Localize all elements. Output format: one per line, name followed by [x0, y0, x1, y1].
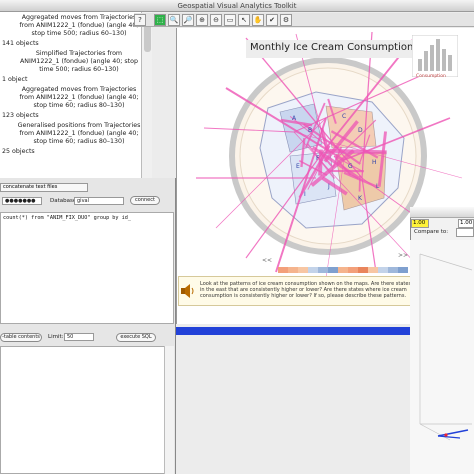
flow-line [329, 148, 387, 155]
origin-point [444, 433, 448, 437]
mini-bar [436, 39, 440, 71]
object-count: 1 object [2, 76, 28, 83]
limit-field[interactable]: 50 [64, 333, 94, 341]
axis-line [419, 423, 451, 441]
vector-line [437, 435, 461, 439]
axis-line [419, 253, 473, 271]
region-label: D [358, 127, 363, 134]
mini-bar [430, 45, 434, 71]
pointer-icon[interactable]: ↖ [238, 14, 250, 26]
zoom-in-icon[interactable]: 🔍 [168, 14, 180, 26]
object-entry-line[interactable]: from ANIM1222_1 (fondue) (angle 40; [12, 94, 146, 102]
time-slider-bar[interactable] [176, 327, 416, 335]
object-entry-line[interactable]: time 500; radius 60–130) [12, 66, 146, 74]
region-label: F [316, 155, 320, 162]
object-entry-line[interactable]: Simplified Trajectories from [12, 50, 146, 58]
object-entry-line[interactable]: stop time 500; radius 60–130) [12, 30, 146, 38]
legend-swatch[interactable] [298, 267, 308, 273]
region-label: E [296, 163, 300, 170]
concatenate-tab[interactable]: concatenate text files [0, 183, 88, 192]
object-list-scrollbar[interactable] [141, 12, 152, 178]
object-entry-line[interactable]: ANIM1222_1 (fondue) (angle 40; stop [12, 58, 146, 66]
region-label: I [304, 191, 306, 198]
settings-icon[interactable]: ⚙ [280, 14, 292, 26]
legend-swatch[interactable] [278, 267, 288, 273]
show-table-contents-button[interactable]: -table contents [0, 333, 42, 342]
region-label: C [342, 113, 346, 120]
map-toolbar: ? ⬚ 🔍 🔎 ⊕ ⊖ ▭ ↖ ✋ ✔ ⚙ [134, 13, 474, 27]
object-count: 123 objects [2, 112, 39, 119]
object-entry-line[interactable]: stop time 60; radius 80–130) [12, 102, 146, 110]
region-label: G [348, 163, 353, 170]
execute-sql-button[interactable]: execute SQL [116, 333, 156, 342]
select-rect-icon[interactable]: ▭ [224, 14, 236, 26]
object-entry-line[interactable]: Generalised positions from Trajectories [12, 122, 146, 130]
screen: Geospatial Visual Analytics Toolkit Aggr… [0, 0, 474, 474]
vector-line [437, 429, 469, 437]
limit-label: Limit: [48, 334, 64, 340]
compare-to-label: Compare to: [414, 229, 449, 235]
zoom-out-icon[interactable]: 🔎 [182, 14, 194, 26]
object-entry-line[interactable]: Aggregated moves from Trajectories [12, 86, 146, 94]
legend-swatch[interactable] [368, 267, 378, 273]
object-count: 141 objects [2, 40, 39, 47]
3d-view-canvas[interactable] [410, 240, 474, 474]
zoom-box-icon[interactable]: ⊕ [196, 14, 208, 26]
value-b-field[interactable]: 1.00 [458, 219, 474, 228]
object-entry-line[interactable]: from ANIM1222_1 (fondue) (angle 40; [12, 22, 146, 30]
mini-bar [442, 49, 446, 71]
help-button[interactable]: ? [134, 14, 146, 26]
object-entry-line[interactable]: Aggregated moves from Trajectories [12, 14, 146, 22]
check-icon[interactable]: ✔ [266, 14, 278, 26]
mini-bar [418, 59, 422, 71]
results-scrollbar[interactable] [164, 346, 174, 474]
speaker-icon[interactable] [180, 283, 196, 299]
legend-swatch[interactable] [338, 267, 348, 273]
zoom-fit-icon[interactable]: ⊖ [210, 14, 222, 26]
compare-title-bar[interactable] [410, 207, 474, 218]
sql-query-editor[interactable]: count(*) from "ANIM_FIX_DUO" group by id… [0, 212, 174, 324]
compare-to-select[interactable] [456, 228, 474, 237]
mini-bar [448, 55, 452, 71]
region-label: B [308, 127, 312, 134]
region-label: H [372, 159, 377, 166]
legend-swatch[interactable] [318, 267, 328, 273]
password-field[interactable]: ●●●●●●● [2, 197, 42, 205]
main-title-bar[interactable]: Geospatial Visual Analytics Toolkit [0, 0, 474, 12]
window-title: Geospatial Visual Analytics Toolkit [177, 2, 297, 10]
legend-swatch[interactable] [308, 267, 318, 273]
legend-swatch[interactable] [328, 267, 338, 273]
object-list-panel[interactable]: Aggregated moves from Trajectories from A… [0, 12, 152, 178]
legend-swatch[interactable] [378, 267, 388, 273]
map-title: Monthly Ice Cream Consumption [250, 42, 414, 53]
legend-right-arrows[interactable]: >> [398, 252, 408, 259]
sql-query-text: count(*) from "ANIM_FIX_DUO" group by id… [3, 215, 132, 221]
legend-swatch[interactable] [348, 267, 358, 273]
object-entry-line[interactable]: from ANIM1222_1 (fondue) (angle 40; [12, 130, 146, 138]
value-a-field[interactable]: 1.00 [411, 219, 429, 228]
object-count: 25 objects [2, 148, 35, 155]
mini-chart-caption: Consumption [416, 74, 446, 79]
region-label: J [327, 183, 330, 190]
legend-strip[interactable] [278, 258, 408, 273]
legend-swatch[interactable] [388, 267, 398, 273]
legend-swatch[interactable] [288, 267, 298, 273]
select-tool-icon[interactable]: ⬚ [154, 14, 166, 26]
legend-swatch[interactable] [358, 267, 368, 273]
legend-swatch[interactable] [398, 267, 408, 273]
info-text: Look at the patterns of ice cream consum… [200, 281, 412, 299]
mini-bar [424, 51, 428, 71]
connect-button[interactable]: connect [130, 196, 160, 205]
database-field[interactable]: gival [74, 197, 124, 205]
object-entry-line[interactable]: stop time 60; radius 80–130) [12, 138, 146, 146]
pan-hand-icon[interactable]: ✋ [252, 14, 264, 26]
mini-bar-chart[interactable] [412, 35, 458, 77]
sql-results-area[interactable] [0, 346, 174, 474]
legend-left-arrows[interactable]: << [262, 257, 272, 264]
